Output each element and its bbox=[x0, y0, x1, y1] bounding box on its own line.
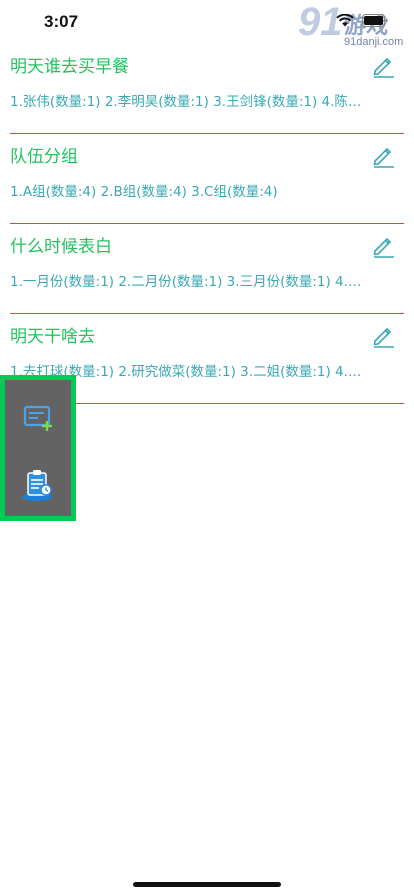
floating-action-panel bbox=[0, 375, 76, 521]
battery-icon bbox=[362, 14, 388, 27]
group-title: 队伍分组 bbox=[10, 147, 78, 167]
pencil-icon bbox=[373, 58, 394, 78]
list-item[interactable]: 队伍分组 1.A组(数量:4) 2.B组(数量:4) 3.C组(数量:4) bbox=[0, 134, 414, 224]
edit-button[interactable] bbox=[370, 232, 396, 258]
clipboard-icon bbox=[22, 470, 52, 501]
edit-button[interactable] bbox=[370, 142, 396, 168]
floating-action-panel-inner bbox=[5, 380, 71, 516]
pencil-icon bbox=[373, 148, 394, 168]
clipboard-button[interactable] bbox=[16, 464, 60, 508]
group-title: 明天谁去买早餐 bbox=[10, 57, 129, 77]
edit-button[interactable] bbox=[370, 322, 396, 348]
group-title: 什么时候表白 bbox=[10, 237, 112, 257]
wifi-icon bbox=[336, 14, 354, 27]
status-bar: 3:07 91 游戏 91danji.com bbox=[0, 0, 414, 48]
list-item[interactable]: 什么时候表白 1.一月份(数量:1) 2.二月份(数量:1) 3.三月份(数量:… bbox=[0, 224, 414, 314]
group-members: 1.一月份(数量:1) 2.二月份(数量:1) 3.三月份(数量:1) 4.… bbox=[10, 274, 362, 290]
group-members: 1.A组(数量:4) 2.B组(数量:4) 3.C组(数量:4) bbox=[10, 184, 278, 200]
status-time: 3:07 bbox=[44, 12, 79, 31]
edit-button[interactable] bbox=[370, 52, 396, 78]
group-title: 明天干啥去 bbox=[10, 327, 95, 347]
group-members: 1.张伟(数量:1) 2.李明昊(数量:1) 3.王剑锋(数量:1) 4.陈… bbox=[10, 94, 362, 110]
home-indicator bbox=[133, 882, 281, 887]
add-group-button[interactable] bbox=[16, 396, 60, 440]
add-note-icon bbox=[23, 405, 52, 431]
list-item[interactable]: 明天谁去买早餐 1.张伟(数量:1) 2.李明昊(数量:1) 3.王剑锋(数量:… bbox=[0, 44, 414, 134]
group-list: 明天谁去买早餐 1.张伟(数量:1) 2.李明昊(数量:1) 3.王剑锋(数量:… bbox=[0, 44, 414, 404]
pencil-icon bbox=[373, 238, 394, 258]
pencil-icon bbox=[373, 328, 394, 348]
